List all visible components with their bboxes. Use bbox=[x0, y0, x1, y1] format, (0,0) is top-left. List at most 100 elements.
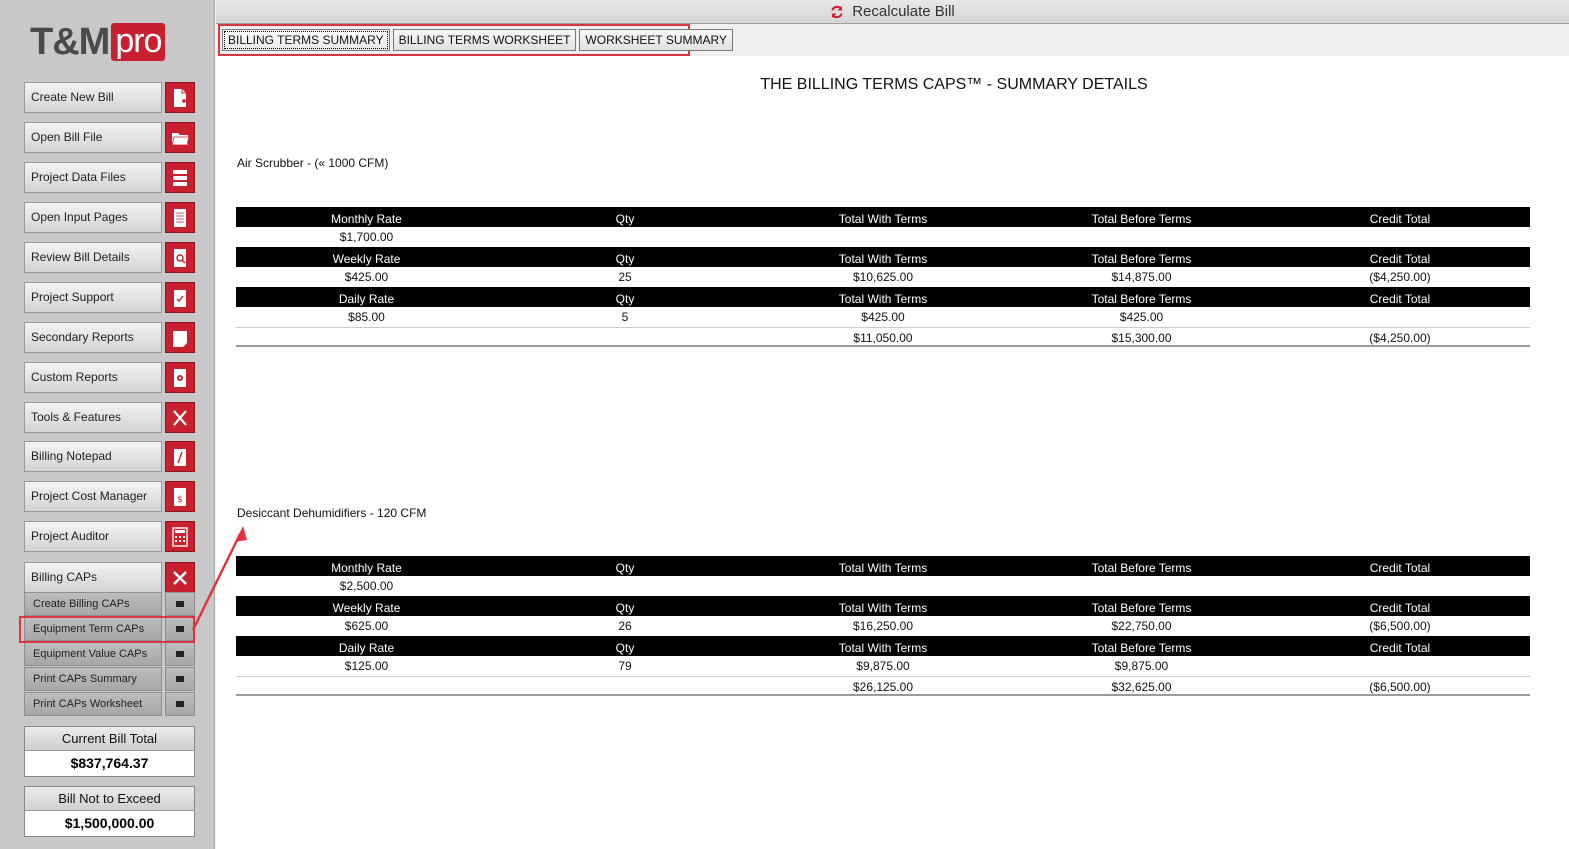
table-cell: $425.00 bbox=[344, 270, 389, 284]
table-cell bbox=[1270, 227, 1530, 247]
sidebar-item-open-bill-file[interactable]: Open Bill File bbox=[24, 122, 195, 153]
header-cell: Total Before Terms bbox=[1091, 292, 1192, 306]
sidebar-item-project-auditor[interactable]: Project Auditor bbox=[24, 521, 195, 552]
table-cell bbox=[753, 576, 1013, 596]
page-title: THE BILLING TERMS CAPS™ - SUMMARY DETAIL… bbox=[760, 76, 1148, 93]
table-cell: ($6,500.00) bbox=[1369, 680, 1431, 694]
subnav-label[interactable]: Equipment Term CAPs bbox=[24, 617, 162, 641]
table-header-row: Monthly Rate Qty Total With Terms Total … bbox=[236, 556, 1530, 576]
sidebar-item-label[interactable]: Project Support bbox=[24, 282, 162, 313]
subnav-print-caps-summary[interactable]: Print CAPs Summary bbox=[24, 667, 195, 691]
subnav-equipment-term-caps[interactable]: Equipment Term CAPs bbox=[24, 617, 195, 641]
sidebar-item-project-cost-manager[interactable]: Project Cost Manager $ bbox=[24, 481, 195, 512]
header-cell: Credit Total bbox=[1369, 292, 1431, 306]
table-row: $425.00 25 $10,625.00 $14,875.00 ($4,250… bbox=[236, 267, 1530, 287]
sidebar-item-label[interactable]: Project Data Files bbox=[24, 162, 162, 193]
magnify-doc-icon[interactable] bbox=[165, 242, 195, 273]
report-icon[interactable] bbox=[165, 322, 195, 353]
table-cell: $1,700.00 bbox=[339, 230, 394, 244]
table-cell bbox=[1013, 227, 1270, 247]
sidebar-item-billing-caps[interactable]: Billing CAPs bbox=[24, 562, 195, 593]
sidebar-item-project-support[interactable]: Project Support bbox=[24, 282, 195, 313]
recalculate-bill-button[interactable]: Recalculate Bill bbox=[830, 3, 955, 20]
tab-billing-terms-worksheet[interactable]: BILLING TERMS WORKSHEET bbox=[392, 29, 577, 51]
sidebar-item-label[interactable]: Project Cost Manager bbox=[24, 481, 162, 512]
sidebar-item-create-new-bill[interactable]: Create New Bill bbox=[24, 82, 195, 113]
sidebar-item-label[interactable]: Billing CAPs bbox=[24, 562, 162, 593]
header-cell: Total Before Terms bbox=[1091, 561, 1192, 575]
table-cell: $425.00 bbox=[1119, 310, 1164, 324]
subnav-create-billing-caps[interactable]: Create Billing CAPs bbox=[24, 592, 195, 616]
sidebar-item-custom-reports[interactable]: Custom Reports bbox=[24, 362, 195, 393]
table-cell: $26,125.00 bbox=[852, 680, 914, 694]
gear-doc-icon[interactable] bbox=[165, 362, 195, 393]
subnav-label[interactable]: Print CAPs Worksheet bbox=[24, 692, 162, 716]
sidebar-item-label[interactable]: Review Bill Details bbox=[24, 242, 162, 273]
indicator-icon bbox=[165, 617, 195, 641]
header-cell: Total With Terms bbox=[838, 292, 928, 306]
header-cell: Qty bbox=[615, 252, 635, 266]
header-cell: Weekly Rate bbox=[332, 252, 401, 266]
header-cell: Credit Total bbox=[1369, 601, 1431, 615]
sidebar-item-billing-notepad[interactable]: Billing Notepad bbox=[24, 441, 195, 472]
sidebar-item-label[interactable]: Secondary Reports bbox=[24, 322, 162, 353]
table-header-row: Monthly Rate Qty Total With Terms Total … bbox=[236, 207, 1530, 227]
folder-open-icon[interactable] bbox=[165, 122, 195, 153]
sidebar: T&M pro Create New Bill Open Bill File P… bbox=[0, 0, 215, 849]
current-bill-total-label: Current Bill Total bbox=[25, 727, 194, 751]
sidebar-item-review-bill-details[interactable]: Review Bill Details bbox=[24, 242, 195, 273]
sidebar-item-label[interactable]: Custom Reports bbox=[24, 362, 162, 393]
sidebar-item-label[interactable]: Open Bill File bbox=[24, 122, 162, 153]
indicator-icon bbox=[165, 592, 195, 616]
sidebar-item-label[interactable]: Create New Bill bbox=[24, 82, 162, 113]
table-cell: $16,250.00 bbox=[852, 619, 914, 633]
caps-table: Monthly Rate Qty Total With Terms Total … bbox=[236, 207, 1530, 347]
page-icon[interactable] bbox=[165, 202, 195, 233]
notepad-icon[interactable] bbox=[165, 441, 195, 472]
sidebar-item-secondary-reports[interactable]: Secondary Reports bbox=[24, 322, 195, 353]
table-cell: ($4,250.00) bbox=[1369, 270, 1431, 284]
table-cell: ($6,500.00) bbox=[1369, 619, 1431, 633]
sidebar-item-open-input-pages[interactable]: Open Input Pages bbox=[24, 202, 195, 233]
table-cell bbox=[497, 576, 753, 596]
sidebar-item-label[interactable]: Tools & Features bbox=[24, 402, 162, 433]
tab-worksheet-summary[interactable]: WORKSHEET SUMMARY bbox=[579, 29, 733, 51]
header-cell: Total Before Terms bbox=[1091, 212, 1192, 226]
table-header-row: Weekly Rate Qty Total With Terms Total B… bbox=[236, 596, 1530, 616]
report-content: THE BILLING TERMS CAPS™ - SUMMARY DETAIL… bbox=[216, 56, 1569, 849]
table-cell: $9,875.00 bbox=[1114, 659, 1169, 673]
header-cell: Total Before Terms bbox=[1091, 641, 1192, 655]
subnav-equipment-value-caps[interactable]: Equipment Value CAPs bbox=[24, 642, 195, 666]
subnav-label[interactable]: Print CAPs Summary bbox=[24, 667, 162, 691]
tools-icon[interactable] bbox=[165, 402, 195, 433]
sidebar-item-label[interactable]: Billing Notepad bbox=[24, 441, 162, 472]
sidebar-item-label[interactable]: Open Input Pages bbox=[24, 202, 162, 233]
close-icon[interactable] bbox=[165, 562, 195, 593]
sidebar-item-label[interactable]: Project Auditor bbox=[24, 521, 162, 552]
new-document-icon[interactable] bbox=[165, 82, 195, 113]
table-cell bbox=[497, 227, 753, 247]
bill-not-to-exceed-label: Bill Not to Exceed bbox=[25, 787, 194, 811]
table-cell bbox=[753, 227, 1013, 247]
current-bill-total-value: $837,764.37 bbox=[70, 755, 149, 771]
logo: T&M pro bbox=[30, 21, 166, 63]
calculator-icon[interactable] bbox=[165, 521, 195, 552]
header-cell: Qty bbox=[615, 212, 635, 226]
table-cell: 5 bbox=[621, 310, 629, 324]
table-row: $1,700.00 bbox=[236, 227, 1530, 247]
table-cell: $425.00 bbox=[861, 310, 905, 324]
tab-billing-terms-summary[interactable]: BILLING TERMS SUMMARY bbox=[222, 29, 390, 51]
subnav-print-caps-worksheet[interactable]: Print CAPs Worksheet bbox=[24, 692, 195, 716]
subnav-label[interactable]: Equipment Value CAPs bbox=[24, 642, 162, 666]
dollar-doc-icon[interactable]: $ bbox=[165, 481, 195, 512]
table-cell: $125.00 bbox=[344, 659, 389, 673]
header-cell: Qty bbox=[615, 561, 635, 575]
header-cell: Weekly Rate bbox=[332, 601, 401, 615]
table-cell bbox=[1013, 576, 1270, 596]
server-icon[interactable] bbox=[165, 162, 195, 193]
sidebar-item-tools-features[interactable]: Tools & Features bbox=[24, 402, 195, 433]
subnav-label[interactable]: Create Billing CAPs bbox=[24, 592, 162, 616]
sidebar-item-project-data-files[interactable]: Project Data Files bbox=[24, 162, 195, 193]
checklist-icon[interactable] bbox=[165, 282, 195, 313]
report-tabs: BILLING TERMS SUMMARY BILLING TERMS WORK… bbox=[218, 24, 733, 56]
